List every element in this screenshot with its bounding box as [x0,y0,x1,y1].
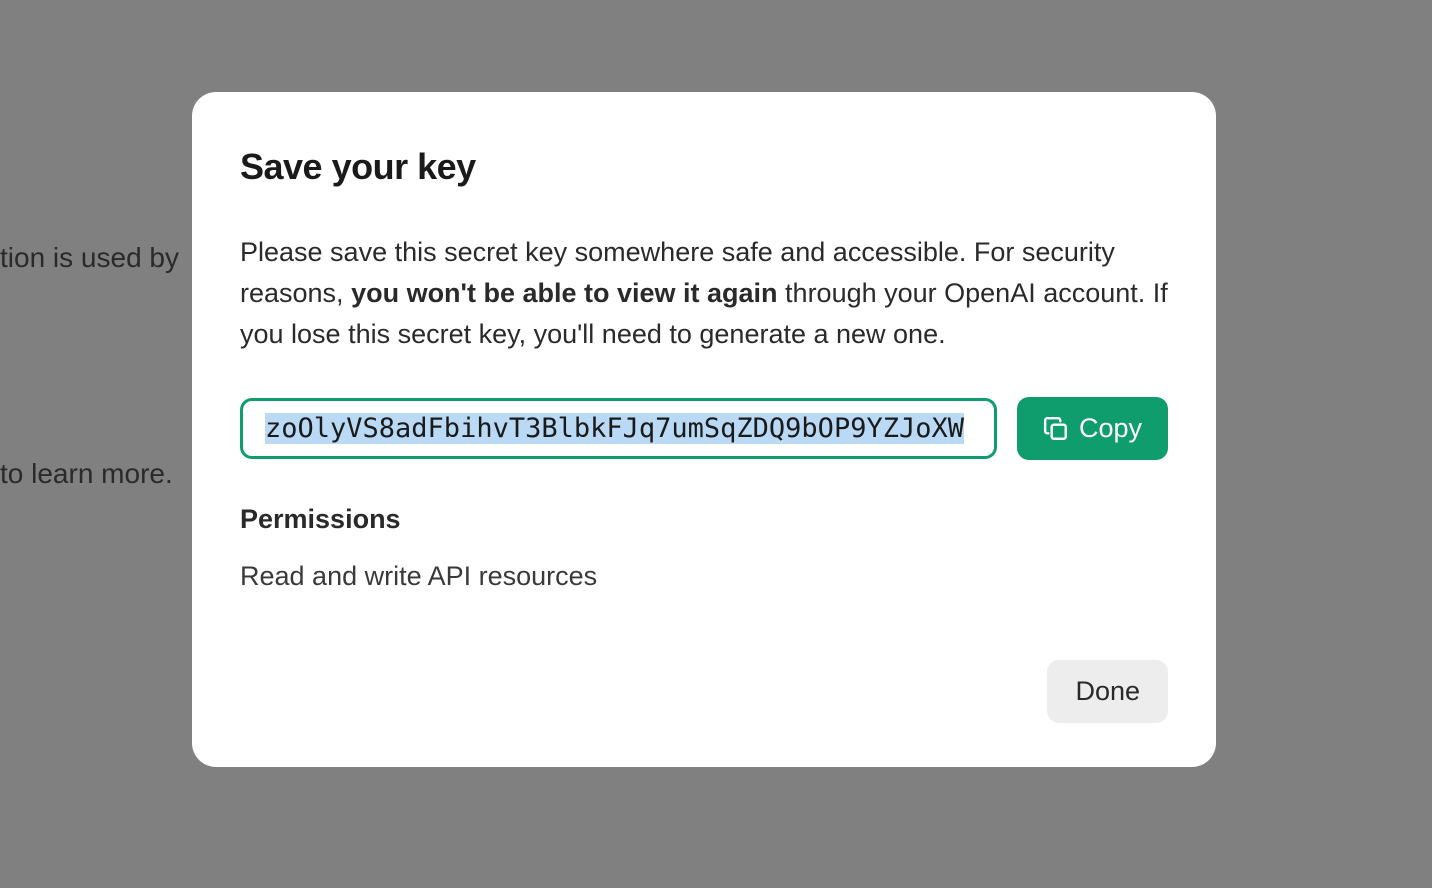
background-text-fragment: to learn more. [0,458,173,490]
permissions-heading: Permissions [240,504,1168,535]
modal-footer: Done [240,660,1168,723]
key-row: zoOlyVS8adFbihvT3BlbkFJq7umSqZDQ9bOP9YZJ… [240,397,1168,460]
save-key-modal: Save your key Please save this secret ke… [192,92,1216,767]
description-bold: you won't be able to view it again [351,278,777,308]
copy-icon [1043,416,1069,442]
permissions-text: Read and write API resources [240,561,1168,592]
modal-description: Please save this secret key somewhere sa… [240,232,1168,355]
api-key-field[interactable]: zoOlyVS8adFbihvT3BlbkFJq7umSqZDQ9bOP9YZJ… [240,398,997,459]
api-key-value: zoOlyVS8adFbihvT3BlbkFJq7umSqZDQ9bOP9YZJ… [265,413,964,444]
copy-button[interactable]: Copy [1017,397,1168,460]
done-button[interactable]: Done [1047,660,1168,723]
background-text-fragment: tion is used by [0,242,179,274]
copy-button-label: Copy [1079,413,1142,444]
modal-title: Save your key [240,146,1168,188]
